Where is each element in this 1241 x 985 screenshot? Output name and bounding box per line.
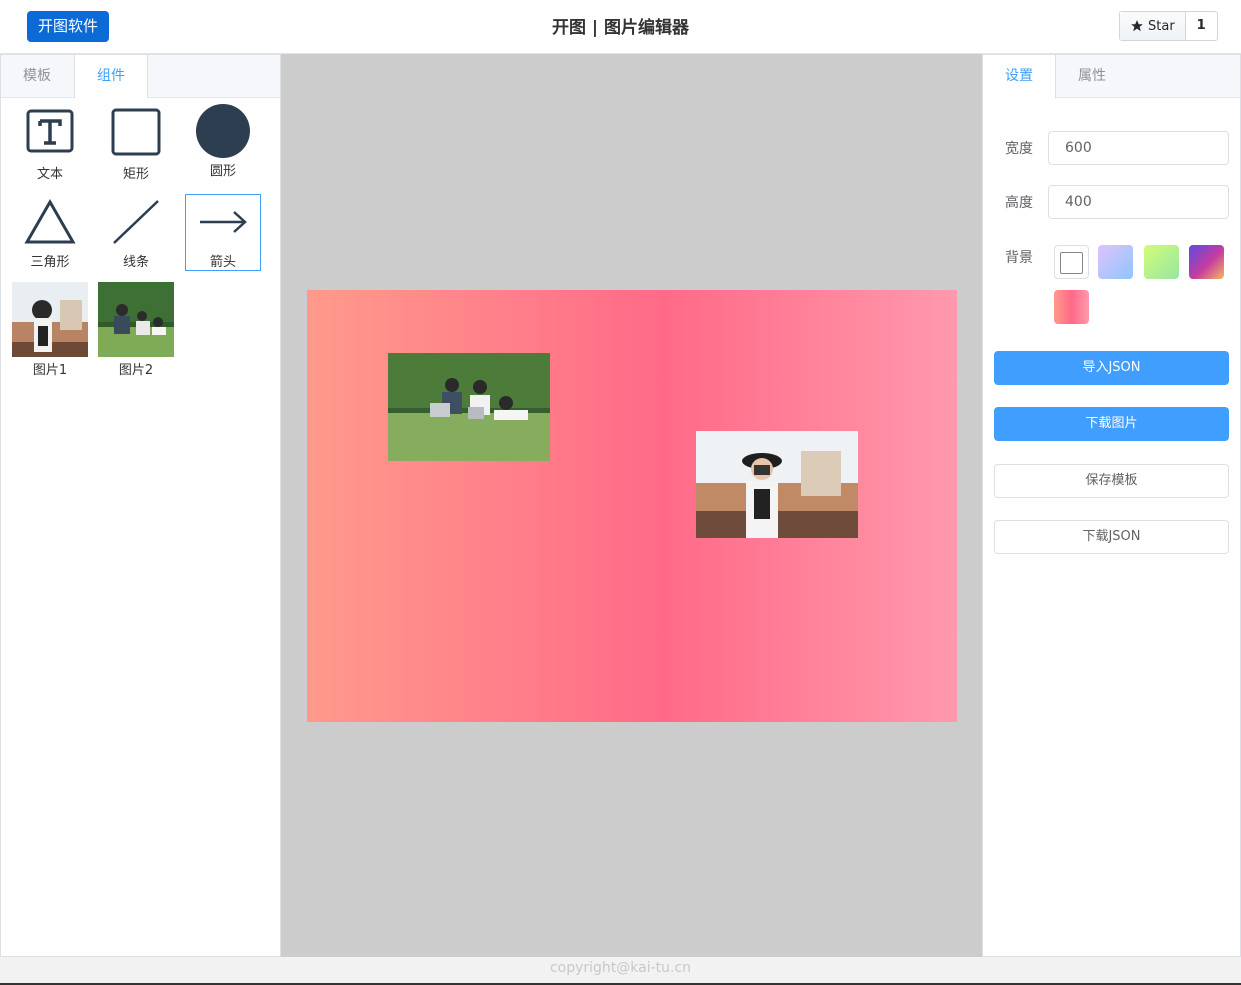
- save-template-button[interactable]: 保存模板: [994, 464, 1229, 498]
- star-button[interactable]: Star: [1120, 12, 1186, 40]
- image-item-1[interactable]: 图片1: [12, 282, 88, 378]
- footer: copyright@kai-tu.cn: [0, 957, 1241, 985]
- import-json-button[interactable]: 导入JSON: [994, 351, 1229, 385]
- height-input[interactable]: 400: [1048, 185, 1229, 219]
- component-rectangle[interactable]: 矩形: [98, 107, 174, 182]
- canvas-workspace: [281, 54, 983, 957]
- arrow-icon: [200, 211, 247, 233]
- width-row: 宽度 600: [1005, 131, 1229, 165]
- component-line[interactable]: 线条: [98, 199, 174, 270]
- tab-settings[interactable]: 设置: [983, 55, 1056, 98]
- background-label: 背景: [1005, 250, 1033, 266]
- height-row: 高度 400: [1005, 185, 1229, 219]
- download-image-button[interactable]: 下载图片: [994, 407, 1229, 441]
- rectangle-icon: [111, 108, 161, 156]
- component-label: 圆形: [209, 164, 236, 179]
- text-icon: [26, 109, 74, 153]
- photo-students-grass-thumbnail: [98, 282, 174, 357]
- width-input[interactable]: 600: [1048, 131, 1229, 165]
- design-canvas[interactable]: [307, 290, 957, 722]
- component-label: 箭头: [209, 255, 236, 270]
- image-item-2[interactable]: 图片2: [98, 282, 174, 378]
- line-icon: [113, 200, 159, 244]
- component-label: 文本: [36, 167, 63, 182]
- star-label: Star: [1148, 18, 1175, 34]
- background-swatch-green[interactable]: [1144, 245, 1179, 279]
- photo-woman-camera-thumbnail: [12, 282, 88, 357]
- component-triangle[interactable]: 三角形: [12, 198, 88, 270]
- background-swatch-pink[interactable]: [1054, 290, 1089, 324]
- copyright-text: copyright@kai-tu.cn: [549, 960, 692, 976]
- width-label: 宽度: [1005, 141, 1033, 157]
- github-star-widget: Star 1: [1119, 11, 1218, 41]
- tab-components[interactable]: 组件: [74, 55, 148, 98]
- component-label: 三角形: [30, 255, 70, 270]
- image-label: 图片1: [32, 363, 68, 378]
- circle-icon: [196, 104, 250, 158]
- tab-properties[interactable]: 属性: [1056, 55, 1129, 97]
- right-tabs: 设置 属性: [983, 55, 1240, 98]
- height-label: 高度: [1005, 195, 1033, 211]
- left-tabs: 模板 组件: [1, 55, 280, 98]
- star-icon: [1131, 20, 1143, 32]
- canvas-image-woman-camera[interactable]: [696, 431, 858, 538]
- background-swatch-purple[interactable]: [1189, 245, 1224, 279]
- image-label: 图片2: [118, 363, 154, 378]
- app-title: 开图 | 图片编辑器: [551, 18, 690, 38]
- component-circle[interactable]: 圆形: [185, 104, 261, 179]
- star-count[interactable]: 1: [1186, 12, 1217, 40]
- canvas-image-students[interactable]: [388, 353, 550, 461]
- tab-templates[interactable]: 模板: [1, 55, 74, 97]
- right-panel: 设置 属性 宽度 600 高度 400 背景 导入JSON 下载图片 保存模板 …: [982, 54, 1241, 957]
- component-label: 线条: [122, 255, 149, 270]
- background-swatch-lavender[interactable]: [1098, 245, 1133, 279]
- background-swatch-white[interactable]: [1054, 245, 1089, 279]
- app-header: 开图软件 开图 | 图片编辑器 Star 1: [0, 0, 1241, 54]
- left-panel: 模板 组件 文本 矩形 圆形 三角形 线条 箭头 图片1 图片2: [0, 54, 281, 957]
- download-json-button[interactable]: 下载JSON: [994, 520, 1229, 554]
- component-label: 矩形: [122, 167, 149, 182]
- component-arrow[interactable]: 箭头: [185, 194, 261, 271]
- component-text[interactable]: 文本: [12, 107, 88, 182]
- triangle-icon: [24, 198, 76, 244]
